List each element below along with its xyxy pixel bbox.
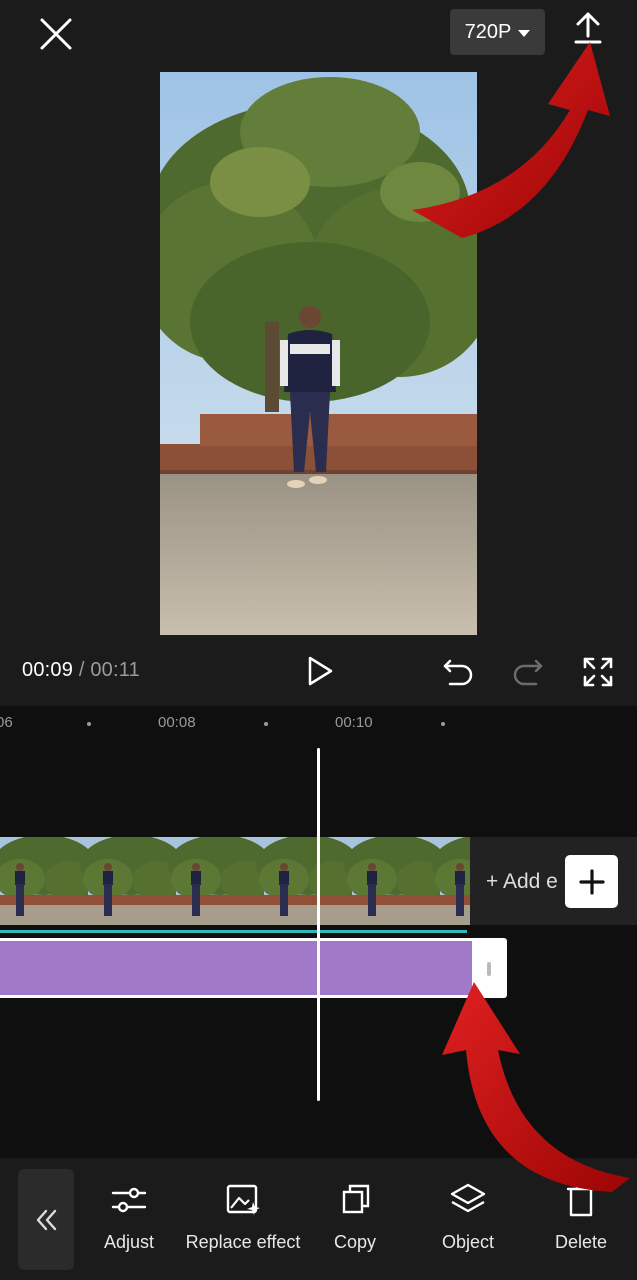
close-button[interactable] [36, 14, 76, 54]
bottom-toolbar: Adjust Replace effect Copy Object Delete [0, 1158, 637, 1280]
total-time: 00:11 [90, 659, 140, 681]
add-clip-button[interactable] [565, 855, 618, 908]
tick-label: 00:08 [158, 714, 196, 731]
tick-dot [264, 722, 268, 726]
tick-label: 00:10 [335, 714, 373, 731]
resolution-dropdown[interactable]: 720P [450, 9, 545, 55]
tick-dot [441, 722, 445, 726]
undo-button[interactable] [438, 652, 478, 690]
tool-adjust[interactable]: Adjust [64, 1180, 194, 1253]
effect-track-clip[interactable] [0, 938, 472, 998]
layers-icon [450, 1183, 486, 1213]
grip-icon [487, 962, 491, 976]
resolution-value: 720P [464, 20, 512, 43]
redo-icon [513, 659, 543, 686]
export-button[interactable] [568, 10, 608, 50]
video-frame-image [160, 72, 477, 635]
effect-trim-handle[interactable] [472, 938, 507, 998]
tool-label: Replace effect [185, 1232, 301, 1252]
sliders-icon [111, 1187, 147, 1213]
close-icon [40, 18, 72, 50]
time-separator: / [78, 659, 85, 681]
tool-delete[interactable]: Delete [516, 1180, 637, 1253]
copy-icon [342, 1184, 370, 1214]
tool-object[interactable]: Object [403, 1180, 533, 1253]
tool-label: Adjust [103, 1232, 155, 1252]
export-icon [574, 12, 602, 44]
tool-label: Copy [333, 1232, 377, 1252]
video-thumbnails [0, 837, 470, 925]
fullscreen-icon [583, 657, 613, 687]
tick-dot [87, 722, 91, 726]
tool-label: Delete [554, 1232, 608, 1252]
playback-time: 00:09 / 00:11 [22, 659, 140, 682]
clip-audio-line [0, 930, 467, 933]
playhead[interactable] [317, 748, 320, 1101]
replace-effect-icon [226, 1184, 260, 1215]
redo-button[interactable] [508, 652, 548, 690]
chevron-down-icon [518, 29, 531, 37]
tool-replace-effect[interactable]: Replace effect [178, 1180, 308, 1253]
plus-icon [578, 868, 605, 895]
tick-label: 06 [0, 714, 13, 731]
play-button[interactable] [300, 652, 340, 690]
trash-icon [566, 1183, 596, 1217]
video-clip-track[interactable] [0, 837, 470, 925]
video-preview[interactable] [160, 72, 477, 635]
tool-copy[interactable]: Copy [290, 1180, 420, 1253]
timeline[interactable]: 06 00:08 00:10 + Add e [0, 706, 637, 1158]
play-icon [308, 656, 333, 686]
fullscreen-button[interactable] [580, 654, 616, 690]
current-time: 00:09 [22, 659, 74, 681]
tool-label: Object [441, 1232, 495, 1252]
double-chevron-left-icon [36, 1209, 57, 1230]
undo-icon [443, 659, 473, 686]
